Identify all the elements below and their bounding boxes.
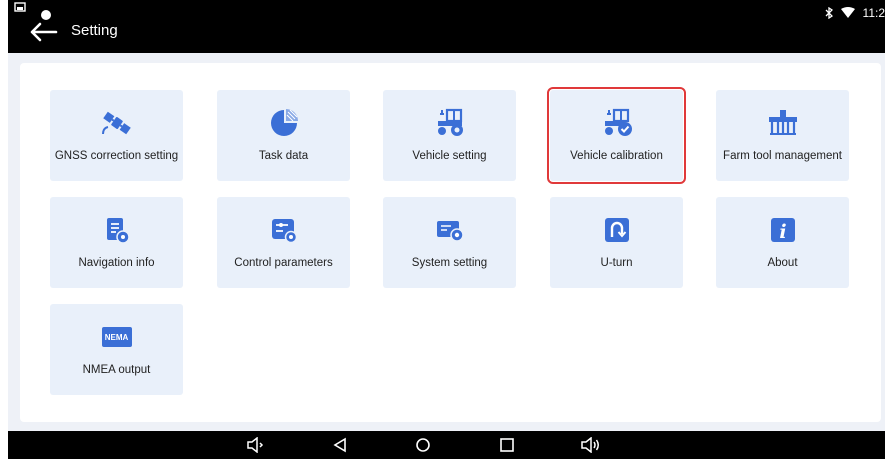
- volume-up-button[interactable]: [580, 435, 602, 455]
- back-nav-button[interactable]: [329, 435, 351, 455]
- settings-panel: GNSS correction setting Task data Vehicl…: [20, 63, 881, 422]
- navigation-info-icon: [100, 215, 134, 245]
- tile-label: NMEA output: [82, 364, 151, 376]
- status-bar-right: 11:2: [825, 4, 885, 22]
- about-tile[interactable]: i About: [716, 197, 849, 288]
- clock: 11:2: [862, 6, 885, 20]
- tile-label: Navigation info: [78, 257, 155, 269]
- gnss-correction-setting-tile[interactable]: GNSS correction setting: [50, 90, 183, 181]
- recents-nav-button[interactable]: [496, 435, 518, 455]
- vehicle-calibration-tile[interactable]: Vehicle calibration: [547, 87, 686, 184]
- pie-chart-icon: [267, 108, 301, 138]
- tile-label: GNSS correction setting: [54, 150, 179, 162]
- farm-tool-management-tile[interactable]: Farm tool management: [716, 90, 849, 181]
- home-nav-button[interactable]: [412, 435, 434, 455]
- system-nav-bar: [8, 431, 885, 459]
- system-setting-tile[interactable]: System setting: [383, 197, 516, 288]
- u-turn-icon: [600, 215, 634, 245]
- satellite-icon: [100, 108, 134, 138]
- farm-tool-icon: [766, 108, 800, 138]
- recents-square-icon: [500, 438, 514, 452]
- back-arrow-icon[interactable]: [26, 8, 62, 48]
- system-setting-icon: [433, 215, 467, 245]
- task-data-tile[interactable]: Task data: [217, 90, 350, 181]
- u-turn-tile[interactable]: U-turn: [550, 197, 683, 288]
- tile-label: About: [767, 257, 798, 269]
- svg-text:i: i: [779, 221, 786, 243]
- bluetooth-icon: [825, 7, 833, 19]
- wifi-icon: [840, 7, 855, 18]
- nmea-icon: NEMA: [100, 322, 134, 352]
- top-bar: Setting 11:2: [8, 0, 885, 53]
- content-area: GNSS correction setting Task data Vehicl…: [8, 53, 885, 431]
- tile-label: System setting: [411, 257, 488, 269]
- control-parameters-icon: [267, 215, 301, 245]
- tile-label: Vehicle setting: [412, 150, 487, 162]
- tile-label: U-turn: [600, 257, 633, 269]
- info-icon: i: [766, 215, 800, 245]
- back-triangle-icon: [333, 437, 346, 453]
- tractor-icon: [433, 108, 467, 138]
- navigation-info-tile[interactable]: Navigation info: [50, 197, 183, 288]
- nmea-output-tile[interactable]: NEMA NMEA output: [50, 304, 183, 395]
- home-circle-icon: [416, 438, 430, 452]
- tractor-check-icon: [600, 108, 634, 138]
- tile-label: Vehicle calibration: [570, 150, 663, 162]
- tile-label: Task data: [258, 150, 309, 162]
- volume-down-button[interactable]: [245, 435, 267, 455]
- vehicle-setting-tile[interactable]: Vehicle setting: [383, 90, 516, 181]
- volume-up-icon: [581, 437, 599, 453]
- tile-label: Farm tool management: [723, 150, 842, 162]
- page-title: Setting: [71, 22, 118, 39]
- control-parameters-tile[interactable]: Control parameters: [217, 197, 350, 288]
- volume-down-icon: [247, 437, 264, 453]
- nmea-badge: NEMA: [101, 327, 132, 347]
- tile-label: Control parameters: [234, 257, 333, 269]
